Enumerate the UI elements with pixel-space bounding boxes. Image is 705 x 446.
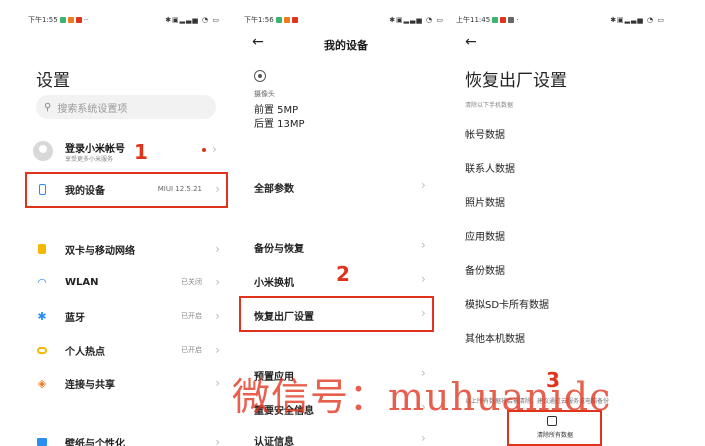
chevron-right-icon: ›	[421, 238, 426, 252]
page-title: 设置	[36, 71, 70, 91]
account-name[interactable]: 登录小米帐号	[65, 140, 125, 155]
status-time: 下午1:56	[244, 16, 274, 24]
sidebar-item-connection[interactable]: ◈ 连接与共享 ›	[0, 369, 232, 397]
item-value: 已关闭	[181, 278, 202, 286]
status-time: 上午11:45	[456, 16, 491, 24]
reset-subtitle: 清除以下手机数据	[465, 102, 514, 109]
chevron-right-icon: ›	[421, 272, 426, 286]
item-value: 已开启	[181, 346, 202, 354]
warning-text: 以上所有数据将会被清除，建议通过云服务或电脑备份	[465, 398, 610, 405]
item-label: 壁纸与个性化	[65, 438, 125, 446]
erase-icon	[547, 416, 557, 426]
data-item: 模拟SD卡所有数据	[465, 300, 550, 311]
item-value: 已开启	[181, 312, 202, 320]
data-item: 备份数据	[465, 266, 505, 277]
chevron-right-icon: ›	[215, 275, 220, 289]
front-camera-spec: 前置 5MP	[254, 105, 299, 116]
mi-mover-item[interactable]: 小米换机	[254, 274, 294, 289]
chevron-right-icon: ›	[421, 400, 426, 414]
backup-restore-item[interactable]: 备份与恢复	[254, 240, 304, 255]
camera-label: 摄像头	[254, 90, 275, 98]
status-bar: 下午1:55 ·· ✱▣▂▃▅ ◔ ▭	[28, 16, 220, 24]
rear-camera-spec: 后置 13MP	[254, 119, 305, 130]
sim-icon	[36, 243, 48, 255]
chevron-right-icon: ›	[421, 431, 426, 445]
chevron-right-icon: ›	[215, 376, 220, 390]
item-label: WLAN	[65, 276, 99, 288]
annotation-number-1: 1	[134, 140, 148, 164]
data-item: 帐号数据	[465, 130, 505, 141]
certification-item[interactable]: 认证信息	[254, 433, 294, 446]
all-specs-item[interactable]: 全部参数	[254, 180, 294, 195]
item-label: 个人热点	[65, 346, 105, 358]
item-label: 连接与共享	[65, 379, 115, 391]
data-item: 应用数据	[465, 232, 505, 243]
chevron-right-icon: ›	[421, 366, 426, 380]
data-item: 其他本机数据	[465, 334, 525, 345]
chevron-right-icon: ›	[215, 242, 220, 256]
status-icons: ✱▣▂▃▅ ◔ ▭	[165, 16, 220, 24]
erase-all-button[interactable]: 清除所有数据	[516, 430, 594, 439]
page-title: 恢复出厂设置	[465, 71, 567, 91]
avatar[interactable]	[33, 141, 53, 161]
sidebar-item-bluetooth[interactable]: ✱ 蓝牙 已开启 ›	[0, 302, 232, 330]
status-icons: ✱▣▂▃▅ ◔ ▭	[389, 16, 444, 24]
search-input[interactable]: ⚲ 搜索系统设置项	[36, 95, 216, 119]
safety-info-item[interactable]: 重要安全信息	[254, 402, 314, 417]
sidebar-item-wallpaper[interactable]: 壁纸与个性化 ›	[0, 428, 232, 446]
wallpaper-icon	[36, 436, 48, 446]
sidebar-item-wlan[interactable]: ◠ WLAN 已关闭 ›	[0, 268, 232, 296]
chevron-right-icon: ›	[215, 309, 220, 323]
annotation-number-2: 2	[336, 262, 350, 286]
status-time: 下午1:55	[28, 16, 58, 24]
item-label: 蓝牙	[65, 312, 85, 324]
settings-panel: 下午1:55 ·· ✱▣▂▃▅ ◔ ▭ 设置 ⚲ 搜索系统设置项 登录小米帐号 …	[0, 0, 232, 446]
data-item: 照片数据	[465, 198, 505, 209]
item-label: 双卡与移动网络	[65, 245, 135, 257]
back-arrow-icon[interactable]: ←	[465, 34, 477, 50]
chevron-right-icon: ›	[421, 178, 426, 192]
status-bar: 上午11:45 · ✱▣▂▃▅ ◔ ▭	[456, 16, 665, 24]
search-icon: ⚲	[44, 101, 52, 113]
preinstalled-apps-item[interactable]: 预置应用	[254, 368, 294, 383]
bluetooth-icon: ✱	[37, 309, 47, 323]
wifi-icon: ◠	[37, 275, 47, 289]
factory-reset-panel: 上午11:45 · ✱▣▂▃▅ ◔ ▭ ← 恢复出厂设置	[456, 0, 705, 446]
status-bar: 下午1:56 ✱▣▂▃▅ ◔ ▭	[244, 14, 444, 26]
sidebar-item-hotspot[interactable]: 个人热点 已开启 ›	[0, 336, 232, 364]
account-subtitle: 享受更多小米服务	[65, 156, 114, 163]
page-title: 我的设备	[324, 39, 368, 52]
chevron-right-icon: ›	[215, 435, 220, 446]
hotspot-icon	[36, 344, 48, 356]
status-icons: ✱▣▂▃▅ ◔ ▭	[610, 16, 665, 24]
notification-dot	[202, 148, 206, 152]
data-item: 联系人数据	[465, 164, 515, 175]
highlight-box-1	[25, 172, 228, 208]
chevron-right-icon: ›	[215, 343, 220, 357]
camera-icon	[254, 70, 266, 82]
sidebar-item-dual-sim[interactable]: 双卡与移动网络 ›	[0, 235, 232, 263]
chevron-right-icon: ›	[212, 142, 217, 156]
highlight-box-2	[239, 296, 434, 332]
share-icon: ◈	[37, 376, 47, 390]
search-placeholder: 搜索系统设置项	[57, 103, 128, 115]
annotation-number-3: 3	[546, 368, 560, 392]
